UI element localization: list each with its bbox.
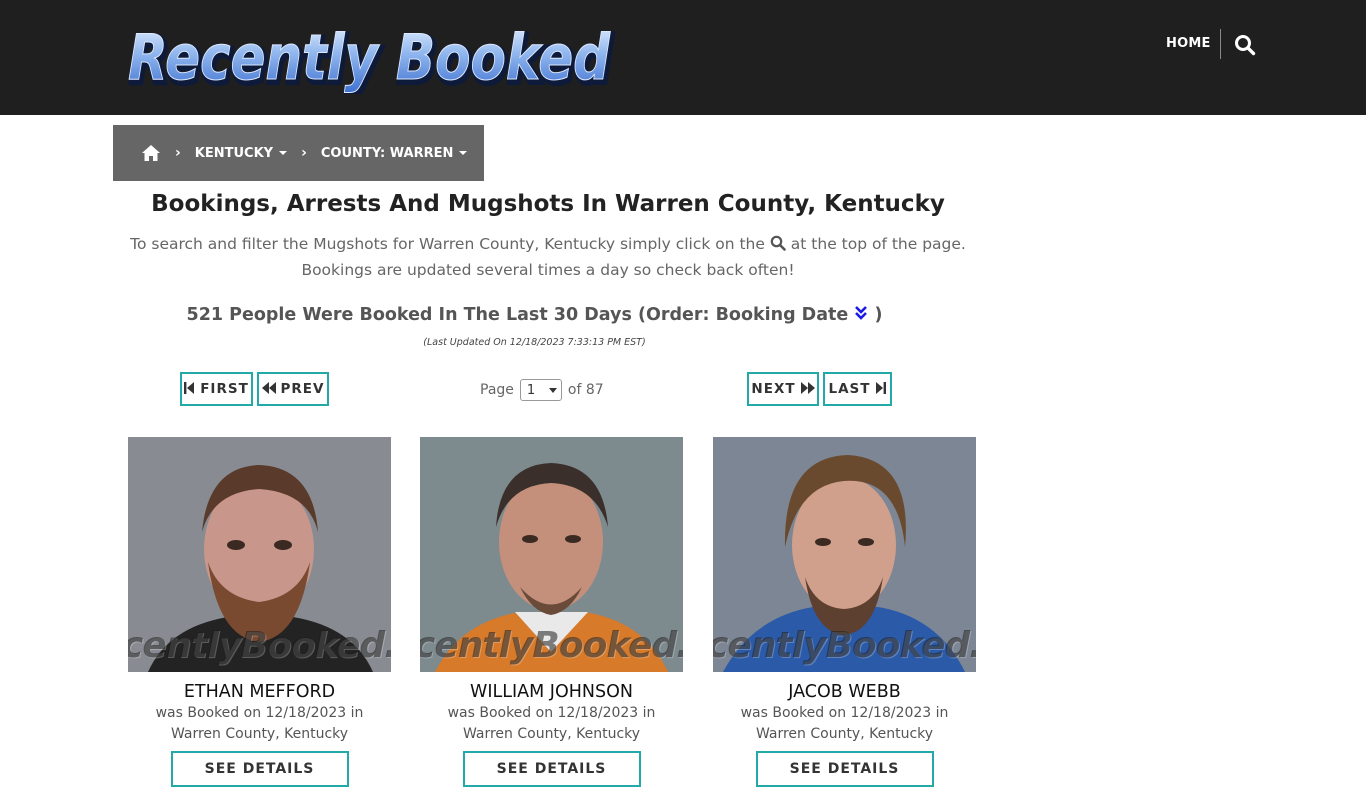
booking-info-line1: was Booked on 12/18/2023 in [155, 705, 364, 721]
page-description: To search and filter the Mugshots for Wa… [113, 231, 983, 283]
booking-count-suffix: ) [874, 305, 883, 325]
page-indicator: Page 1 of 87 [480, 379, 604, 401]
breadcrumb-county-label: COUNTY: WARREN [320, 145, 454, 161]
booking-count-text: 521 People Were Booked In The Last 30 Da… [186, 305, 849, 325]
site-logo[interactable]: Recently Booked Recently Booked [126, 18, 616, 101]
caret-down-icon [459, 151, 468, 155]
next-page-button[interactable]: NEXT [747, 372, 819, 406]
last-page-button[interactable]: LAST [823, 372, 892, 406]
fast-forward-icon [800, 381, 815, 397]
page-select-value: 1 [526, 382, 536, 398]
page-label: Page [480, 382, 514, 398]
first-page-button[interactable]: FIRST [180, 372, 253, 406]
site-header: Recently Booked Recently Booked HOME [0, 0, 1366, 115]
booking-info-line2: Warren County, Kentucky [462, 726, 641, 742]
description-text-2: at the top of the page. [790, 235, 966, 253]
page-total: of 87 [567, 382, 604, 398]
search-icon[interactable] [1234, 34, 1256, 56]
caret-down-icon [279, 151, 288, 155]
last-updated: (Last Updated On 12/18/2023 7:33:13 PM E… [423, 337, 646, 348]
booking-count: 521 People Were Booked In The Last 30 Da… [113, 305, 956, 325]
breadcrumb-state-dropdown[interactable]: KENTUCKY [194, 145, 288, 161]
booking-card[interactable]: centlyBooked.co ETHAN MEFFORD was Booked… [128, 437, 391, 787]
chevron-right-icon: › [175, 145, 181, 161]
rewind-icon [261, 381, 276, 397]
person-name[interactable]: JACOB WEBB [713, 682, 976, 702]
see-details-button[interactable]: SEE DETAILS [170, 751, 349, 787]
breadcrumb: › KENTUCKY › COUNTY: WARREN [113, 125, 484, 181]
logo-graphic: Recently Booked Recently Booked [127, 21, 616, 101]
search-icon [770, 233, 786, 251]
breadcrumb-state-label: KENTUCKY [194, 145, 274, 161]
prev-label: PREV [280, 381, 325, 397]
nav-divider [1220, 29, 1221, 59]
skip-first-icon [184, 381, 195, 397]
see-details-button[interactable]: SEE DETAILS [462, 751, 641, 787]
person-name[interactable]: ETHAN MEFFORD [128, 682, 391, 702]
description-line-2: Bookings are updated several times a day… [301, 261, 795, 279]
mugshot-image[interactable]: centlyBooked.co [128, 437, 391, 672]
last-label: LAST [828, 381, 871, 397]
prev-page-button[interactable]: PREV [257, 372, 329, 406]
next-label: NEXT [751, 381, 796, 397]
skip-last-icon [876, 381, 887, 397]
main-content: Bookings, Arrests And Mugshots In Warren… [113, 181, 983, 348]
booking-card[interactable]: centlyBooked.co JACOB WEBB was Booked on… [713, 437, 976, 787]
booking-info-line2: Warren County, Kentucky [755, 726, 934, 742]
booking-card[interactable]: centlyBooked.co WILLIAM JOHNSON was Book… [420, 437, 683, 787]
mugshot-image[interactable]: centlyBooked.co [420, 437, 683, 672]
page-select[interactable]: 1 [519, 379, 562, 401]
nav-home-link[interactable]: HOME [1166, 36, 1211, 51]
caret-down-icon [548, 387, 557, 393]
mugshot-image[interactable]: centlyBooked.co [713, 437, 976, 672]
description-text-1: To search and filter the Mugshots for Wa… [130, 235, 765, 253]
booking-info-line1: was Booked on 12/18/2023 in [740, 705, 949, 721]
person-name[interactable]: WILLIAM JOHNSON [420, 682, 683, 702]
sort-order-toggle[interactable] [854, 305, 874, 325]
svg-text:Recently Booked: Recently Booked [128, 21, 611, 94]
double-chevron-down-icon [855, 306, 868, 320]
first-label: FIRST [200, 381, 249, 397]
page-title: Bookings, Arrests And Mugshots In Warren… [151, 191, 945, 217]
chevron-right-icon: › [301, 145, 307, 161]
breadcrumb-county-dropdown[interactable]: COUNTY: WARREN [321, 146, 468, 161]
see-details-button[interactable]: SEE DETAILS [755, 751, 934, 787]
booking-info-line2: Warren County, Kentucky [170, 726, 349, 742]
booking-info-line1: was Booked on 12/18/2023 in [447, 705, 656, 721]
home-icon[interactable] [141, 144, 161, 162]
